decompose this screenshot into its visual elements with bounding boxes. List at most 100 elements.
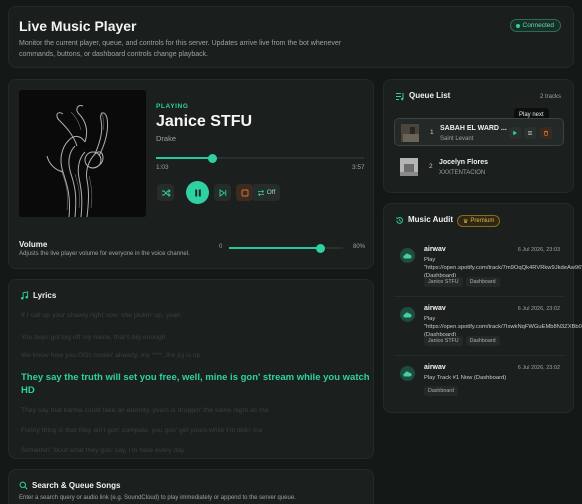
track-title: Janice STFU bbox=[156, 113, 253, 130]
lyric-line: Somethin' 'bout what they gon' say, I'm … bbox=[21, 447, 185, 454]
repeat-state-label: Off bbox=[266, 189, 276, 196]
music-note-icon bbox=[20, 291, 29, 300]
volume-description: Adjusts the live player volume for every… bbox=[19, 251, 190, 257]
queue-item-number: 2 bbox=[429, 163, 433, 170]
reorder-icon bbox=[528, 131, 532, 135]
skip-button[interactable] bbox=[214, 184, 231, 201]
lyric-line: You boys got big off my name, that's big… bbox=[21, 334, 166, 341]
page-header: Live Music Player Monitor the current pl… bbox=[8, 6, 574, 68]
queue-item-thumbnail bbox=[400, 158, 418, 176]
album-art bbox=[19, 90, 146, 217]
premium-badge: ♛ Premium bbox=[457, 215, 501, 227]
audit-entry: airwav 6 Jul 2026, 23:02 Play Track #1 N… bbox=[394, 360, 564, 410]
queue-item-title: SABAH EL WARD ... bbox=[440, 125, 507, 132]
audit-entry: airwav 6 Jul 2026, 23:03 Play "https://o… bbox=[394, 242, 582, 292]
audit-time: 6 Jul 2026, 23:02 bbox=[517, 306, 560, 312]
volume-slider[interactable] bbox=[229, 243, 343, 253]
remove-button[interactable] bbox=[540, 127, 552, 139]
lyric-line: We know how you OGs rockin' already, my … bbox=[21, 352, 201, 359]
repeat-toggle-button[interactable]: Off bbox=[252, 184, 280, 201]
cloud-glyph bbox=[403, 370, 412, 376]
pause-icon bbox=[194, 189, 201, 196]
thumbnail-image bbox=[401, 124, 419, 142]
audit-title: Music Audit bbox=[408, 215, 454, 224]
queue-list-icon bbox=[396, 93, 404, 101]
play-icon bbox=[513, 130, 517, 136]
search-icon bbox=[19, 481, 28, 490]
audit-tag: Dashboard bbox=[465, 277, 500, 287]
lyric-line: Funny thing is that they ain't gon' comp… bbox=[21, 427, 263, 434]
audit-user: airwav bbox=[424, 364, 446, 371]
repeat-icon bbox=[257, 189, 264, 196]
audit-tag: Dashboard bbox=[424, 386, 458, 396]
progress-handle[interactable] bbox=[207, 153, 217, 163]
play-next-button[interactable] bbox=[509, 127, 521, 139]
skip-next-icon bbox=[219, 188, 226, 197]
queue-item-artist: XXXTENTACION bbox=[439, 170, 486, 176]
status-dot-icon bbox=[515, 23, 520, 28]
premium-label: Premium bbox=[470, 218, 495, 224]
progress-fill bbox=[156, 157, 213, 159]
volume-min-label: 0 bbox=[219, 244, 223, 250]
shuffle-icon bbox=[161, 188, 171, 197]
queue-item-thumbnail bbox=[401, 124, 419, 142]
lyrics-title: Lyrics bbox=[33, 291, 57, 300]
audit-description: Play Track #1 Now (Dashboard) bbox=[424, 375, 507, 381]
page-title: Live Music Player bbox=[19, 18, 137, 34]
cloud-icon bbox=[400, 248, 415, 263]
queue-count: 2 tracks bbox=[539, 94, 561, 100]
playback-status-label: PLAYING bbox=[156, 103, 189, 110]
shuffle-button[interactable] bbox=[157, 184, 174, 201]
audit-entry: airwav 6 Jul 2026, 23:02 Play "https://o… bbox=[394, 301, 582, 351]
lyric-line-active: They say the truth will set you free, we… bbox=[21, 372, 370, 396]
queue-item[interactable]: 2 Jocelyn Flores XXXTENTACION bbox=[394, 153, 564, 181]
cloud-icon bbox=[400, 366, 415, 381]
cloud-glyph bbox=[403, 252, 412, 258]
divider bbox=[394, 355, 564, 356]
progress-bar[interactable] bbox=[156, 153, 364, 163]
history-icon bbox=[396, 217, 403, 224]
queue-item-title: Jocelyn Flores bbox=[439, 159, 489, 166]
queue-item[interactable]: 1 SABAH EL WARD ... Saint Levant bbox=[394, 118, 564, 146]
volume-value: 80% bbox=[353, 244, 366, 250]
search-description: Enter a search query or audio link (e.g.… bbox=[19, 495, 296, 501]
volume-handle[interactable] bbox=[315, 243, 325, 253]
connection-status-badge: Connected bbox=[509, 19, 561, 32]
pause-button[interactable] bbox=[186, 181, 209, 204]
audit-user: airwav bbox=[424, 305, 446, 312]
search-card: Search & Queue Songs Enter a search quer… bbox=[8, 469, 374, 504]
album-art-image bbox=[19, 90, 146, 217]
thumbnail-image bbox=[400, 158, 418, 176]
audit-time: 6 Jul 2026, 23:03 bbox=[517, 247, 560, 253]
page-description: Monitor the current player, queue, and c… bbox=[19, 40, 342, 58]
queue-title: Queue List bbox=[409, 91, 451, 100]
track-artist: Drake bbox=[156, 134, 177, 143]
duration-time: 3:57 bbox=[352, 164, 365, 171]
queue-card: Queue List 2 tracks Play next 1 SABAH EL… bbox=[383, 79, 574, 193]
cloud-icon bbox=[400, 307, 415, 322]
search-title: Search & Queue Songs bbox=[32, 481, 121, 490]
player-card: PLAYING Janice STFU Drake 1:03 3:57 Off bbox=[8, 79, 374, 269]
queue-item-number: 1 bbox=[430, 129, 434, 136]
connection-status-label: Connected bbox=[522, 22, 554, 29]
audit-tag: Dashboard bbox=[465, 336, 500, 346]
crown-icon: ♛ bbox=[463, 218, 469, 225]
divider bbox=[394, 296, 564, 297]
audit-tag: Janice STFU bbox=[424, 277, 463, 287]
trash-icon bbox=[544, 130, 548, 136]
stop-button[interactable] bbox=[236, 184, 253, 201]
lyric-line: They say that karma could take an eterni… bbox=[21, 407, 269, 414]
audit-user: airwav bbox=[424, 246, 446, 253]
lyric-line: If I call up your shawty right now, she … bbox=[21, 312, 181, 319]
elapsed-time: 1:03 bbox=[156, 164, 169, 171]
queue-item-artist: Saint Levant bbox=[440, 136, 474, 142]
move-button[interactable] bbox=[524, 127, 536, 139]
volume-title: Volume bbox=[19, 240, 48, 249]
cloud-glyph bbox=[403, 311, 412, 317]
audit-card: Music Audit ♛ Premium airwav 6 Jul 2026,… bbox=[383, 203, 582, 413]
audit-time: 6 Jul 2026, 23:02 bbox=[517, 365, 560, 371]
audit-tag: Janice STFU bbox=[424, 336, 463, 346]
stop-icon bbox=[241, 189, 248, 196]
volume-fill bbox=[229, 247, 321, 249]
lyrics-card: Lyrics If I call up your shawty right no… bbox=[8, 279, 374, 459]
